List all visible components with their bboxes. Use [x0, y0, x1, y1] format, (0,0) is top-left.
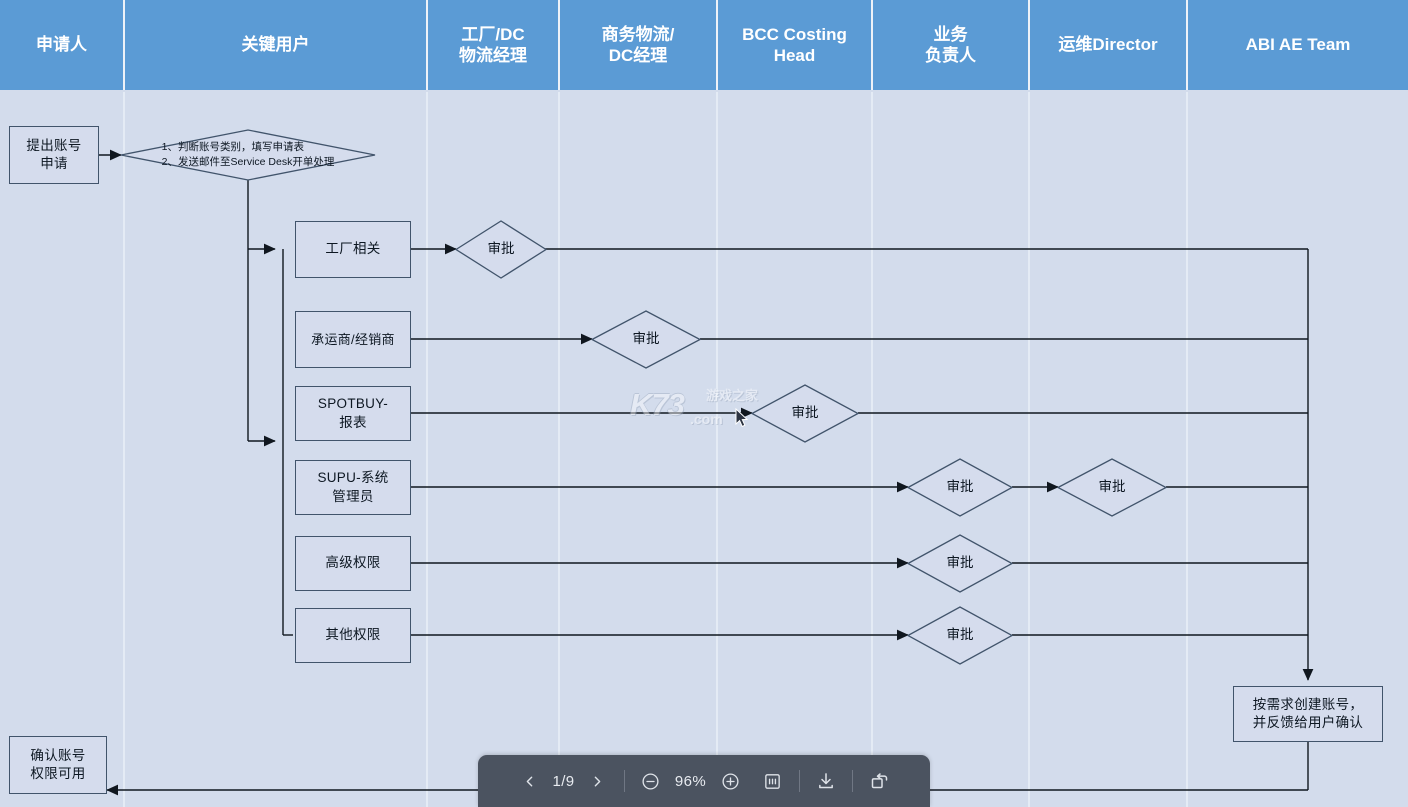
lane-header-bcc-costing-head: BCC Costing Head [718, 0, 873, 90]
toolbar-divider-2 [798, 770, 800, 792]
toolbar-divider-3 [851, 770, 853, 792]
lane-header-commercial-logistics: 商务物流/ DC经理 [560, 0, 718, 90]
diamond-shape [906, 534, 1014, 593]
rotate-button[interactable] [862, 764, 896, 798]
flowchart-viewer: 申请人 关键用户 工厂/DC 物流经理 商务物流/ DC经理 BCC Costi… [0, 0, 1408, 807]
node-approval-plant-dc[interactable]: 审批 [454, 220, 548, 279]
lane-header-business-owner: 业务 负责人 [873, 0, 1030, 90]
zoom-level-indicator: 96% [674, 772, 707, 790]
node-submit-request[interactable]: 提出账号 申请 [9, 126, 99, 184]
swimlane-header-row: 申请人 关键用户 工厂/DC 物流经理 商务物流/ DC经理 BCC Costi… [0, 0, 1408, 90]
lane-header-key-user: 关键用户 [125, 0, 428, 90]
minus-circle-icon [642, 772, 659, 790]
diamond-shape [454, 220, 548, 279]
next-page-button[interactable] [581, 764, 615, 798]
node-category-spotbuy-report[interactable]: SPOTBUY- 报表 [295, 386, 411, 441]
lane-column-ops-director [1030, 92, 1188, 807]
node-category-advanced-permission[interactable]: 高级权限 [295, 536, 411, 591]
lane-header-abi-ae-team: ABI AE Team [1245, 35, 1351, 55]
plus-circle-icon [722, 772, 739, 790]
download-icon [818, 773, 833, 789]
diamond-shape [1056, 458, 1168, 517]
node-classify-account[interactable]: 1、判断账号类别，填写申请表 2、发送邮件至Service Desk开单处理 [120, 129, 376, 181]
node-approval-ops-director[interactable]: 审批 [1056, 458, 1168, 517]
node-approval-business-owner-advanced[interactable]: 审批 [906, 534, 1014, 593]
viewer-toolbar: 1/9 96% [478, 755, 930, 807]
node-category-carrier-dealer[interactable]: 承运商/经销商 [295, 311, 411, 368]
page-indicator: 1/9 [552, 772, 575, 790]
lane-column-applicant [0, 92, 125, 807]
node-create-account[interactable]: 按需求创建账号， 并反馈给用户确认 [1233, 686, 1383, 742]
fit-page-icon [765, 773, 780, 789]
lane-column-commercial-logistics [560, 92, 718, 807]
download-button[interactable] [809, 764, 843, 798]
chevron-left-icon [526, 776, 533, 786]
chevron-right-icon [594, 776, 601, 786]
diamond-shape [906, 458, 1014, 517]
zoom-in-button[interactable] [714, 764, 748, 798]
swimlane-body [0, 92, 1408, 807]
lane-column-bcc-costing-head [718, 92, 873, 807]
diamond-shape [906, 606, 1014, 665]
diamond-shape [120, 129, 376, 181]
lane-header-applicant: 申请人 [0, 0, 125, 90]
diamond-shape [750, 384, 860, 443]
node-confirm-account[interactable]: 确认账号 权限可用 [9, 736, 107, 794]
previous-page-button[interactable] [513, 764, 547, 798]
lane-header-ops-director: 运维Director [1030, 0, 1188, 90]
node-category-plant[interactable]: 工厂相关 [295, 221, 411, 278]
node-category-supu-admin[interactable]: SUPU-系统 管理员 [295, 460, 411, 515]
node-approval-commercial-logistics[interactable]: 审批 [590, 310, 702, 369]
node-approval-business-owner-other[interactable]: 审批 [906, 606, 1014, 665]
lane-column-business-owner [873, 92, 1030, 807]
toolbar-divider-1 [623, 770, 625, 792]
node-category-other-permission[interactable]: 其他权限 [295, 608, 411, 663]
fit-page-button[interactable] [756, 764, 790, 798]
node-approval-business-owner-supu[interactable]: 审批 [906, 458, 1014, 517]
lane-column-plant-dc-logistics [428, 92, 560, 807]
node-approval-bcc-costing[interactable]: 审批 [750, 384, 860, 443]
zoom-out-button[interactable] [634, 764, 668, 798]
diamond-shape [590, 310, 702, 369]
lane-header-plant-dc-logistics: 工厂/DC 物流经理 [428, 0, 560, 90]
rotate-icon [871, 773, 887, 789]
lane-column-key-user [125, 92, 428, 807]
